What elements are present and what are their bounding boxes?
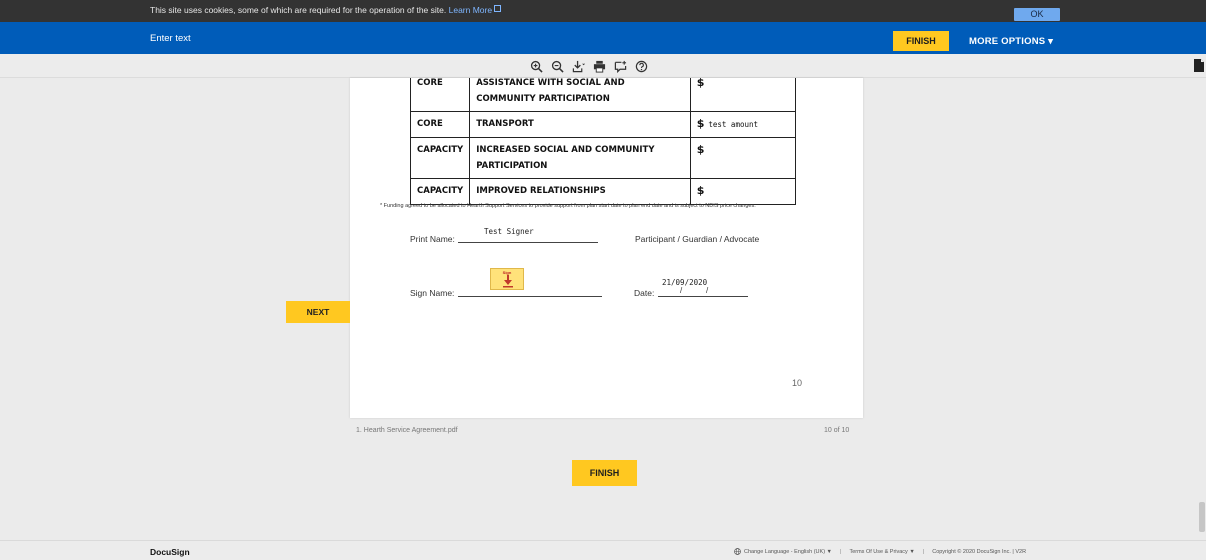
download-icon[interactable] [569, 57, 587, 75]
date-label: Date: [634, 288, 655, 298]
top-header: Enter text FINISH MORE OPTIONS ▾ [0, 22, 1206, 54]
comment-icon[interactable] [611, 57, 629, 75]
toolbar-icons [527, 57, 650, 75]
table-cell-description: INCREASED SOCIAL AND COMMUNITY PARTICIPA… [469, 137, 691, 179]
change-language-link[interactable]: Change Language - English (UK) ▼ [744, 549, 832, 555]
table-cell-description: ASSISTANCE WITH SOCIAL AND COMMUNITY PAR… [469, 78, 691, 112]
currency-symbol: $ [696, 117, 705, 130]
vertical-scrollbar[interactable] [1197, 78, 1206, 540]
docusign-logo: DocuSign [150, 547, 190, 557]
currency-symbol: $ [696, 78, 705, 89]
document-page-icon[interactable] [1193, 58, 1205, 73]
footer: DocuSign Change Language - English (UK) … [0, 540, 1206, 560]
page-number: 10 [792, 378, 803, 388]
page-count: 10 of 10 [824, 427, 850, 434]
zoom-in-icon[interactable] [527, 57, 545, 75]
signer-role-text: Participant / Guardian / Advocate [635, 234, 760, 244]
document-toolbar [0, 54, 1206, 78]
date-separator: / [706, 286, 709, 295]
table-cell-type: CORE [409, 111, 471, 138]
currency-symbol: $ [696, 184, 705, 197]
funding-footnote: * Funding agreed to be allocated to Hear… [380, 203, 756, 209]
cookie-ok-button[interactable]: OK [1014, 8, 1060, 21]
print-name-field[interactable]: Test Signer [484, 227, 534, 236]
help-icon[interactable] [632, 57, 650, 75]
copyright-text: Copyright © 2020 DocuSign Inc. | V2R [932, 548, 1027, 555]
external-link-icon [494, 5, 502, 12]
enter-text-field[interactable]: Enter text [150, 33, 191, 44]
terms-link[interactable]: Terms Of Use & Privacy ▼ [849, 549, 914, 555]
print-name-line [458, 242, 598, 243]
globe-icon [734, 548, 741, 555]
sign-arrow-icon [503, 275, 513, 288]
sign-name-label: Sign Name: [410, 288, 455, 298]
table-row: CAPACITY INCREASED SOCIAL AND COMMUNITY … [409, 137, 797, 179]
table-row: CORE ASSISTANCE WITH SOCIAL AND COMMUNIT… [409, 78, 797, 112]
table-cell-amount: $ test amount [689, 111, 797, 138]
table-cell-amount: $ [689, 137, 797, 179]
finish-button-header[interactable]: FINISH [893, 31, 949, 51]
date-signed-field: 21/09/2020 [662, 278, 708, 287]
date-line [658, 296, 748, 297]
table-cell-description: IMPROVED RELATIONSHIPS [469, 178, 691, 205]
document-filename: 1. Hearth Service Agreement.pdf [356, 427, 458, 434]
currency-symbol: $ [696, 143, 705, 156]
cookie-message-text: This site uses cookies, some of which ar… [150, 5, 447, 15]
sign-name-line [458, 296, 602, 297]
table-row: CORE TRANSPORT $ test amount [409, 111, 797, 138]
table-cell-type: CORE [409, 78, 471, 112]
footer-divider: | [922, 548, 925, 555]
learn-more-link[interactable]: Learn More [449, 5, 492, 15]
table-cell-amount: $ [689, 178, 797, 205]
table-cell-description: TRANSPORT [469, 111, 691, 138]
table-cell-type: CAPACITY [409, 178, 471, 205]
table-cell-amount: $ [689, 78, 797, 112]
print-name-label: Print Name: [410, 234, 455, 244]
footer-divider: | [840, 548, 842, 555]
print-icon[interactable] [590, 57, 608, 75]
next-button[interactable]: NEXT [286, 301, 350, 323]
funding-table: CORE ASSISTANCE WITH SOCIAL AND COMMUNIT… [409, 78, 797, 205]
date-separator: / [680, 286, 683, 295]
cookie-banner: This site uses cookies, some of which ar… [0, 0, 1206, 22]
finish-button-bottom[interactable]: FINISH [572, 460, 637, 486]
zoom-out-icon[interactable] [548, 57, 566, 75]
sign-here-tag[interactable]: Sign [490, 268, 524, 290]
footer-links: Change Language - English (UK) ▼ | Terms… [734, 548, 1026, 555]
amount-field[interactable]: test amount [708, 120, 758, 129]
more-options-button[interactable]: MORE OPTIONS ▾ [969, 36, 1053, 47]
table-cell-type: CAPACITY [409, 137, 471, 179]
scrollbar-thumb[interactable] [1199, 502, 1205, 532]
table-row: CAPACITY IMPROVED RELATIONSHIPS $ [409, 178, 797, 205]
document-page: CORE ASSISTANCE WITH SOCIAL AND COMMUNIT… [350, 78, 863, 418]
cookie-message: This site uses cookies, some of which ar… [150, 5, 502, 15]
